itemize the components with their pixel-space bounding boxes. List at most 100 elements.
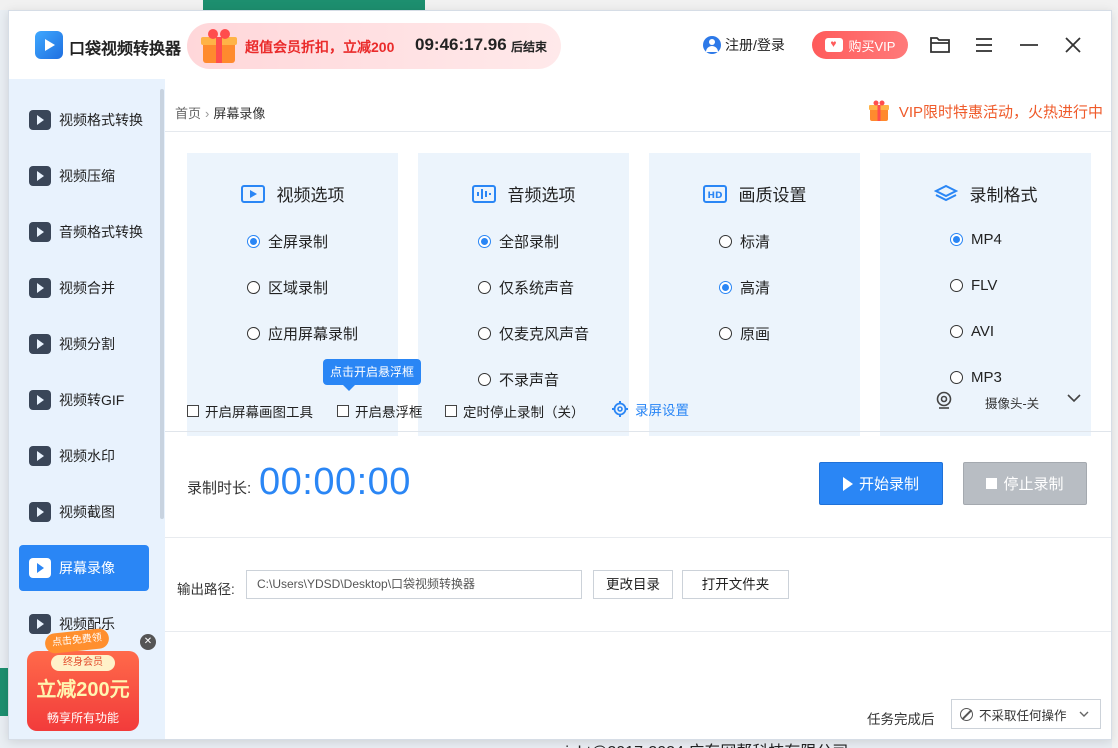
radio-no-audio[interactable]: 不录声音 (478, 369, 559, 390)
radio-button[interactable] (950, 325, 963, 338)
output-path-label: 输出路径: (177, 582, 235, 597)
promo-end-label: 后结束 (511, 40, 548, 54)
radio-quality-sd[interactable]: 标清 (719, 231, 770, 252)
checkbox-label: 定时停止录制（关） (463, 405, 585, 420)
login-link[interactable]: 注册/登录 (703, 35, 785, 55)
after-task-label: 任务完成后 (867, 712, 935, 727)
after-task-select[interactable]: 不采取任何操作 (951, 699, 1101, 729)
output-path-field[interactable]: C:\Users\YDSD\Desktop\口袋视频转换器 (246, 570, 582, 599)
checkbox[interactable] (337, 405, 349, 417)
sidebar-item-label: 视频格式转换 (59, 112, 143, 128)
video-compress-icon (29, 166, 51, 186)
draw-tool-checkbox[interactable]: 开启屏幕画图工具 (187, 401, 313, 421)
sidebar-item-video-merge[interactable]: 视频合并 (19, 265, 149, 311)
app-logo-icon (35, 31, 63, 59)
sidebar-scrollbar[interactable] (160, 89, 164, 519)
float-box-checkbox[interactable]: 开启悬浮框 (337, 401, 423, 421)
sidebar-item-label: 音频格式转换 (59, 224, 143, 240)
radio-region[interactable]: 区域录制 (247, 277, 328, 298)
start-recording-button[interactable]: 开始录制 (819, 462, 943, 505)
sidebar-item-screen-record[interactable]: 屏幕录像 (19, 545, 149, 591)
radio-format-mp4[interactable]: MP4 (950, 231, 1002, 248)
panel-header: 录制格式 (880, 181, 1091, 206)
radio-button[interactable] (478, 373, 491, 386)
gift-icon (868, 100, 889, 121)
folder-icon[interactable] (928, 33, 952, 57)
menu-icon[interactable] (972, 33, 996, 57)
promo-discount: 立减200元 (36, 679, 130, 701)
close-icon[interactable] (1061, 33, 1085, 57)
radio-button[interactable] (950, 371, 963, 384)
record-settings-link[interactable]: 录屏设置 (611, 399, 689, 419)
app-window: 口袋视频转换器 超值会员折扣，立减200 09:46:17.96 后结束 注册/… (8, 10, 1112, 740)
radio-button[interactable] (247, 281, 260, 294)
video-options-panel: 视频选项 全屏录制 区域录制 应用屏幕录制 (187, 153, 398, 436)
sidebar-item-label: 视频转GIF (59, 392, 125, 408)
panel-header: 音频选项 (418, 181, 629, 206)
radio-button[interactable] (478, 235, 491, 248)
timed-stop-checkbox[interactable]: 定时停止录制（关） (445, 401, 585, 421)
radio-button[interactable] (719, 327, 732, 340)
radio-quality-hd[interactable]: 高清 (719, 277, 770, 298)
play-icon (842, 476, 853, 491)
option-label: 仅麦克风声音 (499, 326, 590, 343)
ban-icon (960, 707, 973, 721)
change-directory-button[interactable]: 更改目录 (593, 570, 673, 599)
membership-promo-card[interactable]: 点击免费领 终身会员 立减200元 畅享所有功能 (27, 627, 139, 731)
chevron-down-icon[interactable] (1065, 389, 1083, 407)
radio-quality-original[interactable]: 原画 (719, 323, 770, 344)
background-window-strip (0, 0, 1118, 10)
user-icon (703, 36, 721, 54)
panel-title: 音频选项 (507, 186, 576, 205)
radio-button[interactable] (719, 281, 732, 294)
radio-button[interactable] (247, 235, 260, 248)
sidebar-item-video-compress[interactable]: 视频压缩 (19, 153, 149, 199)
promo-banner[interactable]: 超值会员折扣，立减200 09:46:17.96 后结束 (187, 23, 561, 69)
sidebar-item-video-to-gif[interactable]: 视频转GIF (19, 377, 149, 423)
radio-button[interactable] (478, 327, 491, 340)
stop-icon (986, 478, 998, 489)
checkbox[interactable] (445, 405, 457, 417)
option-label: MP4 (971, 231, 1002, 248)
video-convert-icon (29, 110, 51, 130)
open-folder-button[interactable]: 打开文件夹 (682, 570, 789, 599)
sidebar-item-label: 屏幕录像 (59, 560, 115, 576)
video-play-icon (240, 184, 265, 203)
lifetime-member-label: 终身会员 (51, 655, 115, 671)
promo-close-icon[interactable]: ✕ (140, 634, 156, 650)
option-label: 仅系统声音 (499, 280, 575, 297)
stop-recording-button[interactable]: 停止录制 (963, 462, 1087, 505)
radio-button[interactable] (950, 279, 963, 292)
radio-button[interactable] (950, 233, 963, 246)
radio-button[interactable] (247, 327, 260, 340)
sidebar-item-audio-format-convert[interactable]: 音频格式转换 (19, 209, 149, 255)
option-label: 全部录制 (499, 234, 560, 251)
radio-fullscreen[interactable]: 全屏录制 (247, 231, 328, 252)
webcam-icon (936, 391, 952, 409)
radio-button[interactable] (719, 235, 732, 248)
sidebar-item-video-watermark[interactable]: 视频水印 (19, 433, 149, 479)
sidebar-item-video-screenshot[interactable]: 视频截图 (19, 489, 149, 535)
radio-record-all-audio[interactable]: 全部录制 (478, 231, 559, 252)
checkbox[interactable] (187, 405, 199, 417)
option-label: 高清 (740, 280, 771, 297)
sidebar-item-label: 视频压缩 (59, 168, 115, 184)
vip-activity-banner[interactable]: VIP限时特惠活动，火热进行中 (867, 99, 1103, 123)
radio-format-mp3[interactable]: MP3 (950, 369, 1002, 386)
radio-format-flv[interactable]: FLV (950, 277, 997, 294)
panel-title: 视频选项 (276, 186, 345, 205)
camera-status[interactable]: 摄像头-关 (985, 393, 1039, 412)
breadcrumb-home[interactable]: 首页 (175, 106, 201, 121)
radio-app-screen[interactable]: 应用屏幕录制 (247, 323, 358, 344)
minimize-icon[interactable] (1017, 33, 1041, 57)
radio-system-audio[interactable]: 仅系统声音 (478, 277, 574, 298)
radio-mic-audio[interactable]: 仅麦克风声音 (478, 323, 589, 344)
screenshot-icon (29, 502, 51, 522)
duration-timer: 00:00:00 (259, 461, 411, 503)
buy-vip-button[interactable]: ♥ 购买VIP (812, 31, 908, 59)
sidebar-item-video-split[interactable]: 视频分割 (19, 321, 149, 367)
sidebar-item-video-format-convert[interactable]: 视频格式转换 (19, 97, 149, 143)
sidebar-item-label: 视频合并 (59, 280, 115, 296)
radio-format-avi[interactable]: AVI (950, 323, 994, 340)
radio-button[interactable] (478, 281, 491, 294)
